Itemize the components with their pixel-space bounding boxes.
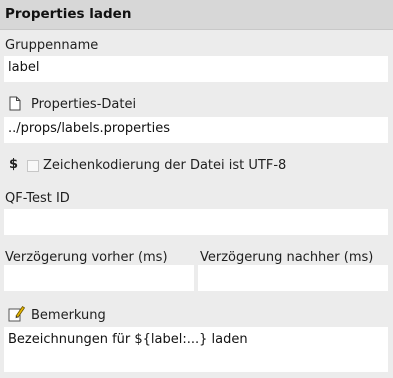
properties-file-field[interactable]: ../props/labels.properties <box>4 117 388 143</box>
delay-before-field[interactable] <box>4 265 194 291</box>
panel-header: Properties laden <box>0 0 393 30</box>
file-icon <box>9 96 21 111</box>
note-pencil-icon <box>8 305 26 322</box>
utf8-checkbox-label[interactable]: Zeichenkodierung der Datei ist UTF-8 <box>43 158 286 173</box>
qftest-id-label: QF-Test ID <box>5 191 70 206</box>
delay-after-label: Verzögerung nachher (ms) <box>200 250 374 265</box>
group-name-field[interactable]: label <box>4 56 388 82</box>
group-name-label: Gruppenname <box>5 38 99 53</box>
panel-title: Properties laden <box>5 6 132 22</box>
comment-textarea[interactable]: Bezeichnungen für ${label:...} laden <box>4 327 388 372</box>
comment-label: Bemerkung <box>31 308 106 323</box>
delay-after-field[interactable] <box>198 265 388 291</box>
delay-before-label: Verzögerung vorher (ms) <box>5 250 168 265</box>
qftest-id-field[interactable] <box>4 209 388 235</box>
variable-dollar-icon: $ <box>9 157 19 172</box>
properties-file-label: Properties-Datei <box>31 97 137 112</box>
utf8-checkbox[interactable] <box>27 160 39 172</box>
